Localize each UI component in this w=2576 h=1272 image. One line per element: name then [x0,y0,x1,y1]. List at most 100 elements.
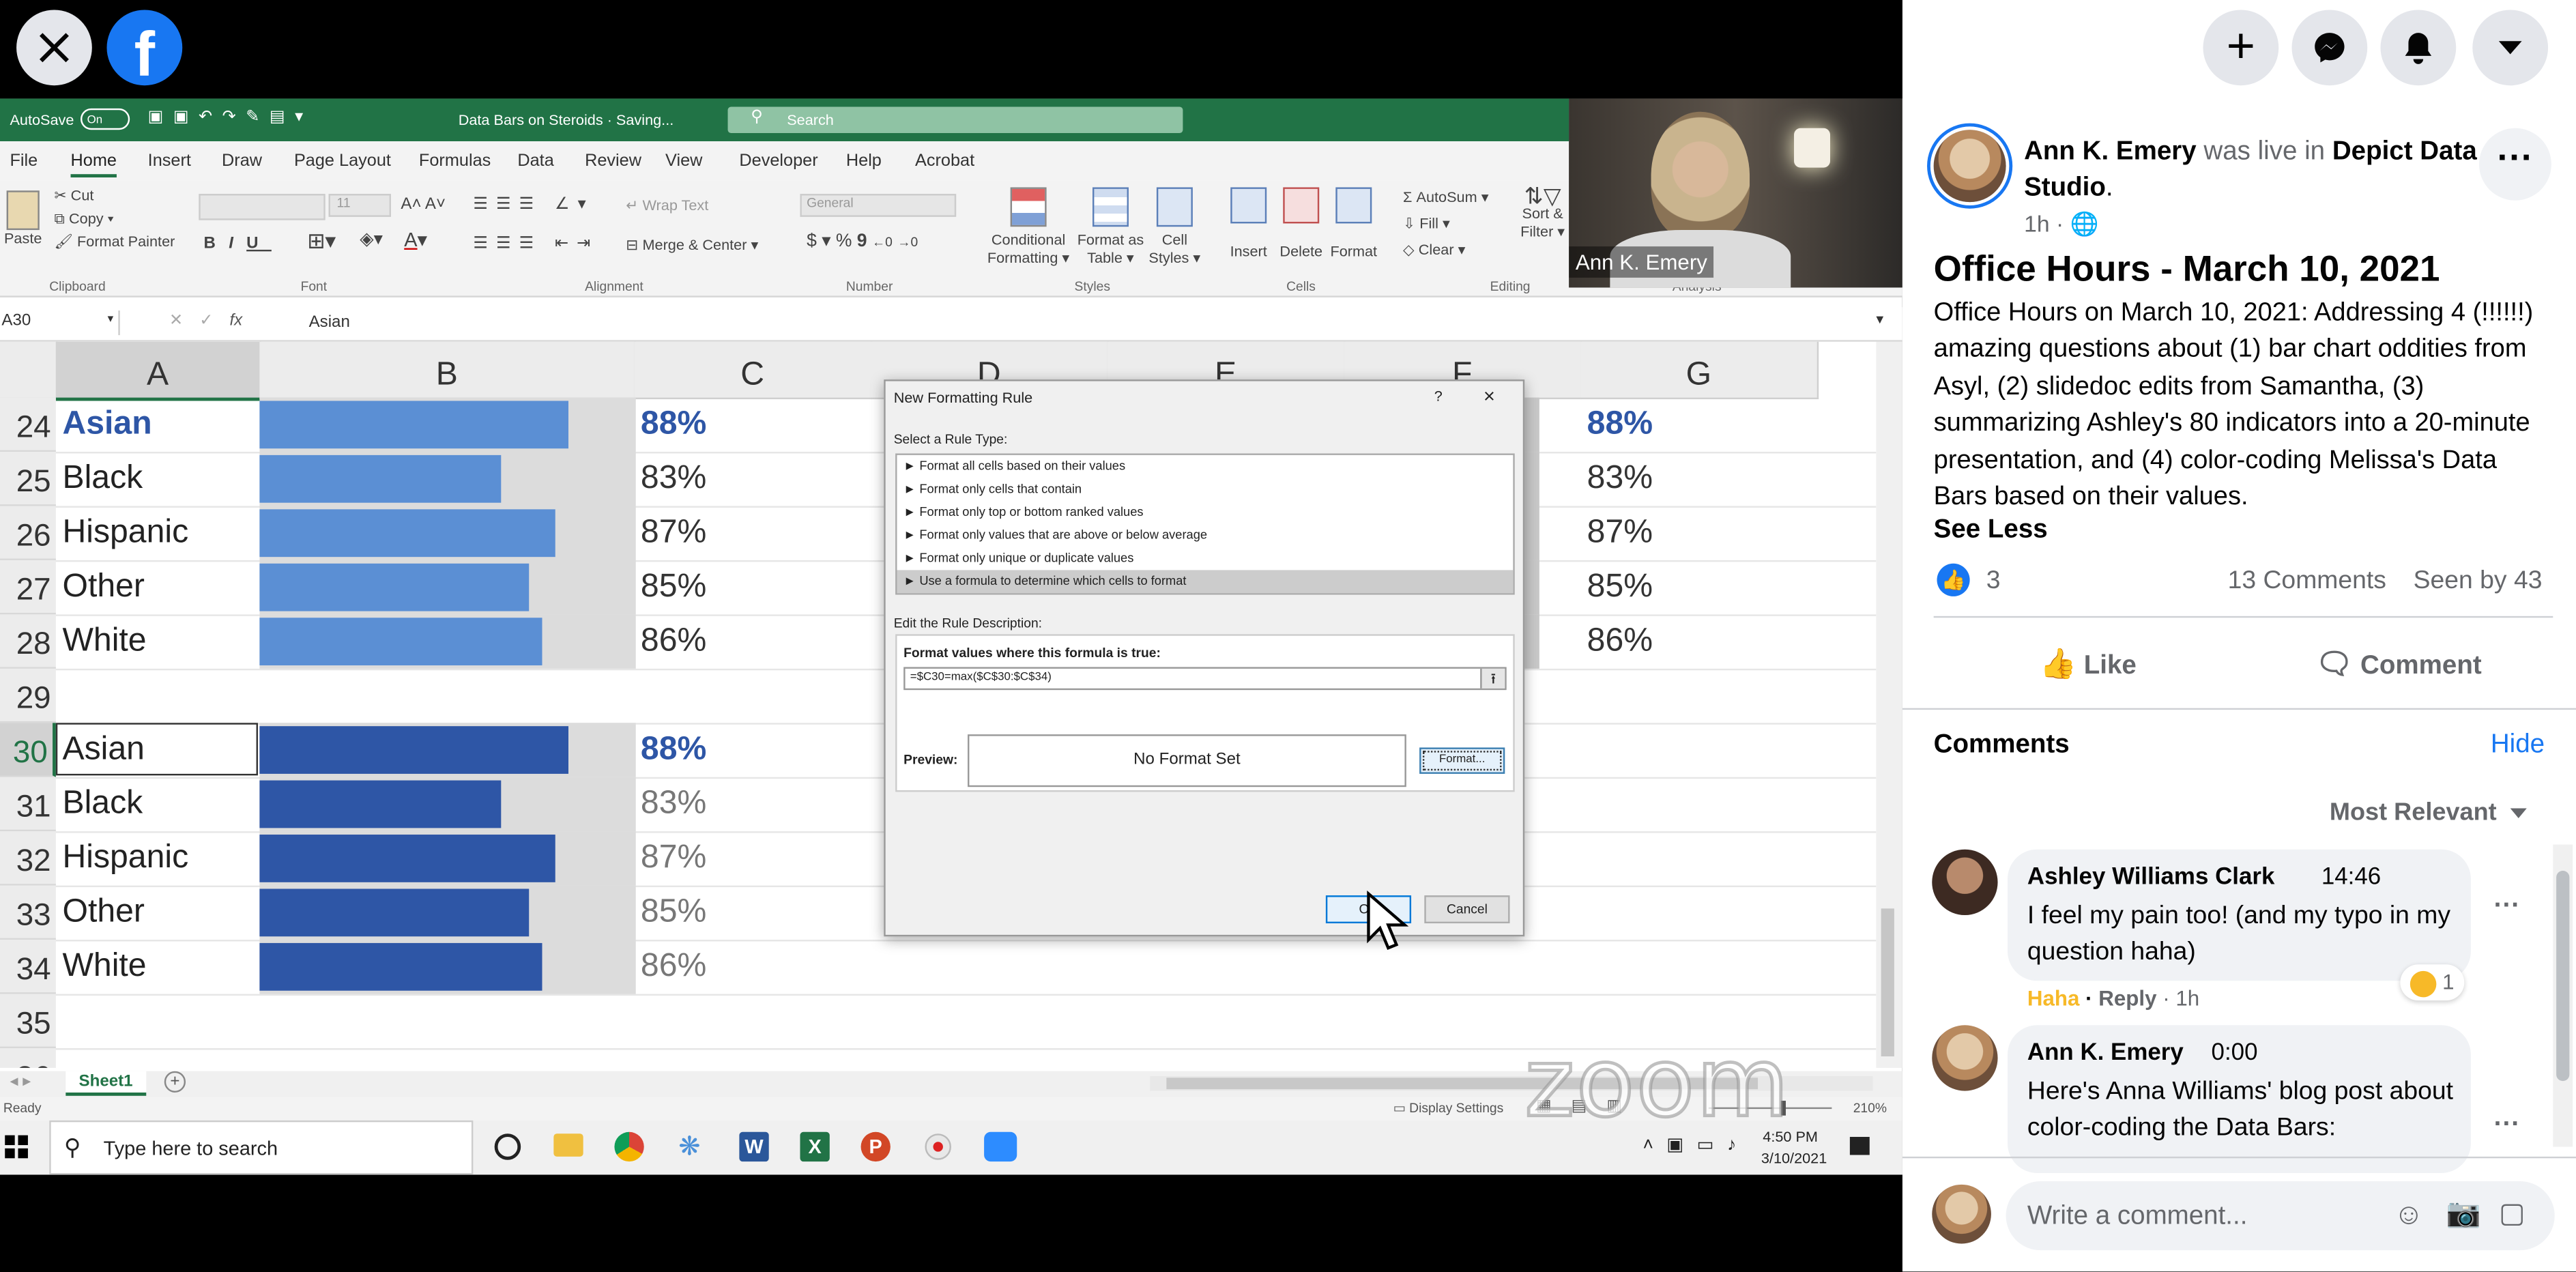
cut-button[interactable]: ✂ Cut [54,187,93,205]
cell-percent[interactable]: 87% [641,839,706,877]
cell-percent[interactable]: 85% [1587,568,1653,606]
seen-by-count[interactable]: Seen by 43 [2414,567,2543,596]
paste-button[interactable]: Paste [3,190,43,248]
merge-center-button[interactable]: ⊟ Merge & Center ▾ [626,237,758,255]
hide-comments-link[interactable]: Hide [2491,731,2545,760]
format-cells-button[interactable]: Format [1327,187,1380,261]
borders-icon[interactable]: ⊞▾ [307,230,336,251]
cell-percent[interactable]: 88% [1587,406,1653,444]
haha-reaction-link[interactable]: Haha [2027,986,2080,1011]
cell-percent[interactable]: 87% [1587,515,1653,552]
bold-italic-underline[interactable]: BIU [204,235,272,252]
account-menu-button[interactable] [2472,10,2549,86]
cell-label[interactable]: Hispanic [62,839,188,877]
rule-type-option[interactable]: ► Format all cells based on their values [897,455,1514,478]
likes-count[interactable]: 3 [1986,567,2001,596]
cell-label[interactable]: Hispanic [62,515,188,552]
menu-item-acrobat[interactable]: Acrobat [915,151,974,171]
post-options-button[interactable]: ··· [2478,128,2551,201]
format-painter-button[interactable]: 🖌 Format Painter [54,233,175,251]
menu-item-draw[interactable]: Draw [222,151,262,171]
cell-label[interactable]: Black [62,460,143,497]
close-video-button[interactable] [16,10,92,86]
cancel-button[interactable]: Cancel [1424,895,1510,924]
notifications-icon[interactable] [1849,1137,1870,1155]
formula-input[interactable]: Asian [309,314,350,332]
comment-reaction-badge[interactable]: 1 [2400,964,2464,1001]
rule-type-list[interactable]: ► Format all cells based on their values… [895,453,1515,595]
video-player[interactable]: f AutoSave On ▣▣↶↷✎▤▾ Data Bars on Stero… [0,0,1902,1272]
column-header[interactable]: A [55,341,261,401]
zoom-app-icon[interactable] [984,1131,1017,1162]
create-button[interactable]: + [2203,10,2279,86]
excel-icon[interactable]: X [800,1131,830,1162]
cell-percent[interactable]: 88% [641,406,706,444]
author-avatar[interactable] [1933,130,2006,203]
font-name-select[interactable] [199,194,325,220]
formula-input[interactable]: =$C30=max($C$30:$C$34) ⭱ [903,667,1507,691]
cell-label[interactable]: Black [62,785,143,823]
comment-author[interactable]: Ann K. Emery [2027,1040,2184,1067]
menu-item-formulas[interactable]: Formulas [419,151,491,171]
quick-access-icons[interactable]: ▣▣↶↷✎▤▾ [148,109,313,126]
facebook-logo[interactable]: f [106,10,183,89]
format-button[interactable]: Format... [1419,747,1505,774]
row-header[interactable]: 25 [0,452,56,506]
excel-search-box[interactable]: ⚲ Search [727,106,1183,134]
autosave-toggle[interactable]: On [80,108,130,130]
add-sheet-icon[interactable]: + [164,1071,186,1093]
commenter-avatar[interactable] [1932,1025,1998,1091]
menu-item-developer[interactable]: Developer [739,151,817,171]
row-header[interactable]: 32 [0,831,56,886]
formula-bar-buttons[interactable]: ✕✓fx [169,312,242,330]
comment-more-button[interactable]: ··· [2494,892,2520,921]
menu-item-home[interactable]: Home [70,151,117,178]
align-top-icons[interactable]: ☰☰☰ ∠▾ [473,195,594,213]
cell-percent[interactable]: 85% [641,568,706,606]
vertical-scrollbar[interactable] [1876,341,1902,1068]
cell-label[interactable]: Other [62,568,144,606]
rule-type-option[interactable]: ► Use a formula to determine which cells… [897,570,1514,594]
number-format-select[interactable]: General [800,194,957,217]
menu-item-review[interactable]: Review [585,151,641,171]
file-explorer-icon[interactable] [553,1133,583,1157]
selected-cell[interactable] [55,723,258,776]
wrap-text-button[interactable]: ↵ Wrap Text [626,197,708,215]
notifications-button[interactable] [2380,10,2457,86]
taskbar-search-box[interactable]: ⚲ Type here to search [49,1120,474,1175]
conditional-formatting-button[interactable]: Conditional Formatting ▾ [981,187,1076,268]
help-button[interactable]: ? [1434,388,1443,404]
sheet-tab[interactable]: Sheet1 [66,1071,146,1096]
row-header[interactable]: 34 [0,940,56,994]
cell-percent[interactable]: 86% [641,622,706,660]
reply-link[interactable]: Reply [2098,986,2156,1011]
cell-label[interactable]: Other [62,894,144,931]
row-header[interactable]: 29 [0,668,56,723]
menu-item-data[interactable]: Data [517,151,553,171]
column-header[interactable]: B [259,341,636,400]
collapse-dialog-icon[interactable]: ⭱ [1480,668,1505,689]
clear-button[interactable]: ◇ Clear ▾ [1403,242,1465,259]
align-left-icons[interactable]: ☰☰☰ ⇤⇥ [473,235,598,252]
row-header[interactable]: 27 [0,560,56,615]
author-name[interactable]: Ann K. Emery [2024,138,2197,166]
recorder-icon[interactable] [925,1133,951,1160]
row-header[interactable]: 33 [0,885,56,940]
menu-item-page-layout[interactable]: Page Layout [294,151,391,171]
menu-item-file[interactable]: File [10,151,38,171]
cell-percent[interactable]: 85% [641,894,706,931]
font-size-select[interactable]: 11 [328,194,391,217]
close-dialog-button[interactable]: × [1484,384,1495,407]
commenter-avatar[interactable] [1932,849,1998,915]
row-header[interactable]: 30 [0,723,56,777]
sort-filter-button[interactable]: ⇅▽ Sort & Filter ▾ [1518,184,1567,241]
comments-count[interactable]: 13 Comments [2228,567,2386,596]
write-comment-input[interactable]: Write a comment... ☺ 📷 ▢ [2006,1181,2555,1251]
rule-type-option[interactable]: ► Format only cells that contain [897,478,1514,502]
number-format-buttons[interactable]: $ ▾ % 9 ←0 →0 [807,233,918,251]
cell-label[interactable]: Asian [62,406,151,444]
row-header[interactable]: 35 [0,994,56,1049]
chrome-icon[interactable] [614,1131,644,1162]
cell-percent[interactable]: 87% [641,515,706,552]
comment-more-button[interactable]: ··· [2494,1110,2520,1140]
